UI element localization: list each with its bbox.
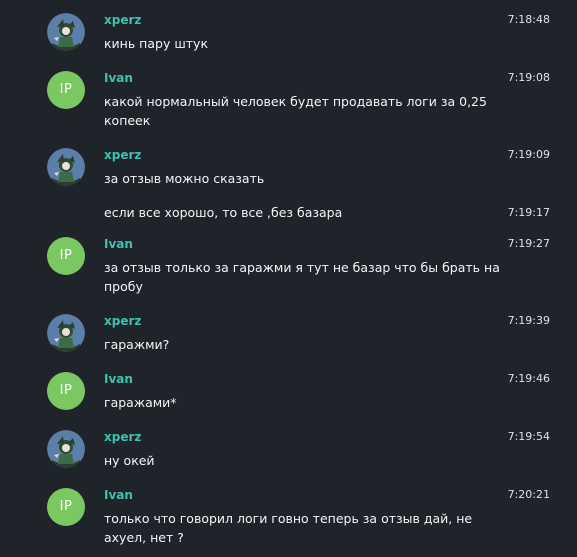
message-time: 7:19:08	[507, 71, 550, 84]
message-time: 7:19:39	[507, 314, 550, 327]
message-text: ну окей	[104, 453, 155, 468]
ivan-avatar[interactable]: IP	[47, 71, 85, 109]
message-time: 7:19:09	[507, 148, 550, 161]
message-time: 7:20:21	[507, 488, 550, 501]
message-text: только что говорил логи говно теперь за …	[104, 511, 473, 545]
message-text: кинь пару штук	[104, 36, 208, 51]
chat-history: xperz 7:18:48 кинь пару штук IP Ivan 7:1…	[0, 0, 577, 557]
message-text: если все хорошо, то все ,без базара	[104, 205, 343, 220]
sender-name[interactable]: Ivan	[104, 372, 133, 386]
xperz-avatar[interactable]	[47, 430, 85, 468]
xperz-avatar[interactable]	[47, 148, 85, 186]
xperz-avatar[interactable]	[47, 314, 85, 352]
message-time: 7:19:27	[507, 237, 550, 250]
ivan-avatar[interactable]: IP	[47, 237, 85, 275]
sender-name[interactable]: xperz	[104, 430, 141, 444]
sender-name[interactable]: xperz	[104, 148, 141, 162]
message-text: гаражми?	[104, 337, 170, 352]
message-text: за отзыв только за гаражми я тут не база…	[104, 260, 500, 294]
message-text: за отзыв можно сказать	[104, 171, 265, 186]
message-text: гаражами*	[104, 395, 177, 410]
message-text: какой нормальный человек будет продавать…	[104, 94, 487, 128]
message-time: 7:18:48	[507, 13, 550, 26]
sender-name[interactable]: Ivan	[104, 237, 133, 251]
sender-name[interactable]: Ivan	[104, 488, 133, 502]
xperz-avatar[interactable]	[47, 13, 85, 51]
message-time: 7:19:54	[507, 430, 550, 443]
sender-name[interactable]: xperz	[104, 314, 141, 328]
sender-name[interactable]: xperz	[104, 13, 141, 27]
ivan-avatar[interactable]: IP	[47, 372, 85, 410]
ivan-avatar[interactable]: IP	[47, 488, 85, 526]
message-time: 7:19:46	[507, 372, 550, 385]
message-time: 7:19:17	[507, 206, 550, 219]
sender-name[interactable]: Ivan	[104, 71, 133, 85]
